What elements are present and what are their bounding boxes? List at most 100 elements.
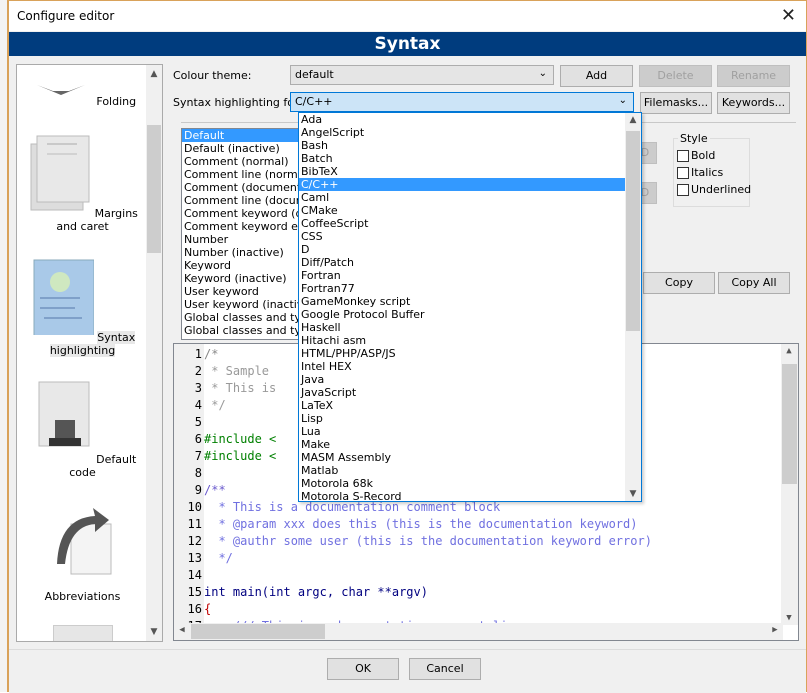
cancel-button[interactable]: Cancel <box>409 658 481 680</box>
copy-all-button[interactable]: Copy All <box>718 272 790 294</box>
line-number: 9 <box>194 483 202 497</box>
sidebar-item-next[interactable] <box>17 625 148 641</box>
italics-label: Italics <box>691 166 724 179</box>
checkbox-box[interactable] <box>677 149 689 162</box>
language-option[interactable]: Fortran77 <box>299 282 625 295</box>
language-option[interactable]: Fortran <box>299 269 625 282</box>
style-item[interactable]: Number (inactive) <box>182 246 310 259</box>
scroll-left-icon[interactable]: ◀ <box>174 625 190 635</box>
editor-vertical-scrollbar[interactable]: ▲ ▼ <box>781 344 798 625</box>
code-line: 2 * Sample <box>174 363 269 380</box>
style-item[interactable]: Global classes and typedefs (inactive) <box>182 324 310 337</box>
checkbox-box[interactable] <box>677 183 689 196</box>
style-item[interactable]: Keyword (inactive) <box>182 272 310 285</box>
keywords-button[interactable]: Keywords... <box>717 92 790 114</box>
language-option[interactable]: Java <box>299 373 625 386</box>
language-option[interactable]: CoffeeScript <box>299 217 625 230</box>
folding-icon <box>36 85 85 95</box>
bold-checkbox[interactable]: Bold <box>677 149 715 162</box>
style-item[interactable]: Default (inactive) <box>182 142 310 155</box>
sidebar-scroll-thumb[interactable] <box>147 125 161 253</box>
language-option[interactable]: CMake <box>299 204 625 217</box>
line-number: 11 <box>187 517 202 531</box>
default-code-icon <box>38 381 90 447</box>
language-option[interactable]: Google Protocol Buffer <box>299 308 625 321</box>
dropdown-scrollbar[interactable]: ▲ ▼ <box>625 113 641 501</box>
style-item[interactable]: Comment line (documentation) <box>182 194 310 207</box>
language-option[interactable]: Matlab <box>299 464 625 477</box>
filemasks-button[interactable]: Filemasks... <box>640 92 712 114</box>
scroll-down-icon[interactable]: ▼ <box>146 627 162 637</box>
style-item[interactable]: Comment keyword (documentation) <box>182 207 310 220</box>
language-option[interactable]: Motorola 68k <box>299 477 625 490</box>
editor-horizontal-scrollbar[interactable]: ◀ ▶ <box>174 623 783 640</box>
language-option[interactable]: BibTeX <box>299 165 625 178</box>
style-item[interactable]: Keyword <box>182 259 310 272</box>
style-item[interactable]: User keyword (inactive) <box>182 298 310 311</box>
underlined-checkbox[interactable]: Underlined <box>677 183 751 196</box>
style-item[interactable]: Default <box>182 129 310 142</box>
ok-button[interactable]: OK <box>327 658 399 680</box>
language-option[interactable]: LaTeX <box>299 399 625 412</box>
language-option[interactable]: Hitachi asm <box>299 334 625 347</box>
style-item[interactable]: Comment keyword error (documentation) <box>182 220 310 233</box>
language-option[interactable]: Intel HEX <box>299 360 625 373</box>
scroll-down-icon[interactable]: ▼ <box>781 613 797 623</box>
language-dropdown-list[interactable]: Ada AngelScript Bash Batch BibTeX C/C++ Caml CM… <box>298 112 642 502</box>
code-line: 11 * @param xxx does this (this is the d… <box>174 516 638 533</box>
rename-theme-button[interactable]: Rename <box>717 65 790 87</box>
delete-theme-button[interactable]: Delete <box>639 65 712 87</box>
syntax-language-select[interactable]: C/C++ ⌄ <box>290 92 634 112</box>
dropdown-scroll-thumb[interactable] <box>626 131 640 331</box>
italics-checkbox[interactable]: Italics <box>677 166 723 179</box>
language-option[interactable]: C/C++ <box>299 178 625 191</box>
scroll-down-icon[interactable]: ▼ <box>625 489 641 499</box>
style-item[interactable]: Global classes and typedefs <box>182 311 310 324</box>
checkbox-box[interactable] <box>677 166 689 179</box>
language-option[interactable]: AngelScript <box>299 126 625 139</box>
language-option[interactable]: HTML/PHP/ASP/JS <box>299 347 625 360</box>
style-item[interactable]: Comment line (normal) <box>182 168 310 181</box>
code-text: int main(int argc, char **argv) <box>204 585 428 599</box>
horizontal-scroll-thumb[interactable] <box>191 624 325 639</box>
style-item[interactable]: User keyword <box>182 285 310 298</box>
scroll-right-icon[interactable]: ▶ <box>767 625 783 635</box>
colour-theme-select[interactable]: default ⌄ <box>290 65 554 85</box>
sidebar-item-default-code[interactable]: Default code <box>17 377 148 479</box>
language-option[interactable]: Lua <box>299 425 625 438</box>
section-header: Syntax <box>9 32 806 56</box>
vertical-scroll-thumb[interactable] <box>782 364 797 484</box>
sidebar-scrollbar[interactable]: ▲ ▼ <box>146 65 162 641</box>
code-text: */ <box>204 398 226 412</box>
language-option[interactable]: Haskell <box>299 321 625 334</box>
copy-button[interactable]: Copy <box>643 272 715 294</box>
sidebar-item-syntax-highlighting[interactable]: Syntax highlighting <box>17 255 148 357</box>
sidebar-item-folding[interactable]: Folding <box>17 65 148 108</box>
scroll-up-icon[interactable]: ▲ <box>781 346 797 356</box>
add-theme-button[interactable]: Add <box>560 65 633 87</box>
language-option[interactable]: Diff/Patch <box>299 256 625 269</box>
language-option[interactable]: Caml <box>299 191 625 204</box>
language-option[interactable]: Ada <box>299 113 625 126</box>
language-option[interactable]: D <box>299 243 625 256</box>
language-option[interactable]: CSS <box>299 230 625 243</box>
sidebar-item-abbreviations[interactable]: Abbreviations <box>17 501 148 603</box>
close-icon[interactable]: ✕ <box>781 5 796 26</box>
language-option[interactable]: Motorola S-Record <box>299 490 625 501</box>
language-option[interactable]: Bash <box>299 139 625 152</box>
style-list[interactable]: Default Default (inactive) Comment (norm… <box>181 128 311 340</box>
language-option[interactable]: Lisp <box>299 412 625 425</box>
title-bar: Configure editor ✕ <box>9 1 806 31</box>
style-item[interactable]: Comment (documentation) <box>182 181 310 194</box>
style-item[interactable]: Comment (normal) <box>182 155 310 168</box>
language-option[interactable]: JavaScript <box>299 386 625 399</box>
style-item[interactable]: Number <box>182 233 310 246</box>
scroll-up-icon[interactable]: ▲ <box>146 69 162 79</box>
language-option[interactable]: GameMonkey script <box>299 295 625 308</box>
language-option[interactable]: Make <box>299 438 625 451</box>
language-option[interactable]: MASM Assembly <box>299 451 625 464</box>
code-text: { <box>204 602 212 616</box>
sidebar-item-margins[interactable]: Margins and caret <box>17 131 148 233</box>
scroll-up-icon[interactable]: ▲ <box>625 115 641 125</box>
language-option[interactable]: Batch <box>299 152 625 165</box>
